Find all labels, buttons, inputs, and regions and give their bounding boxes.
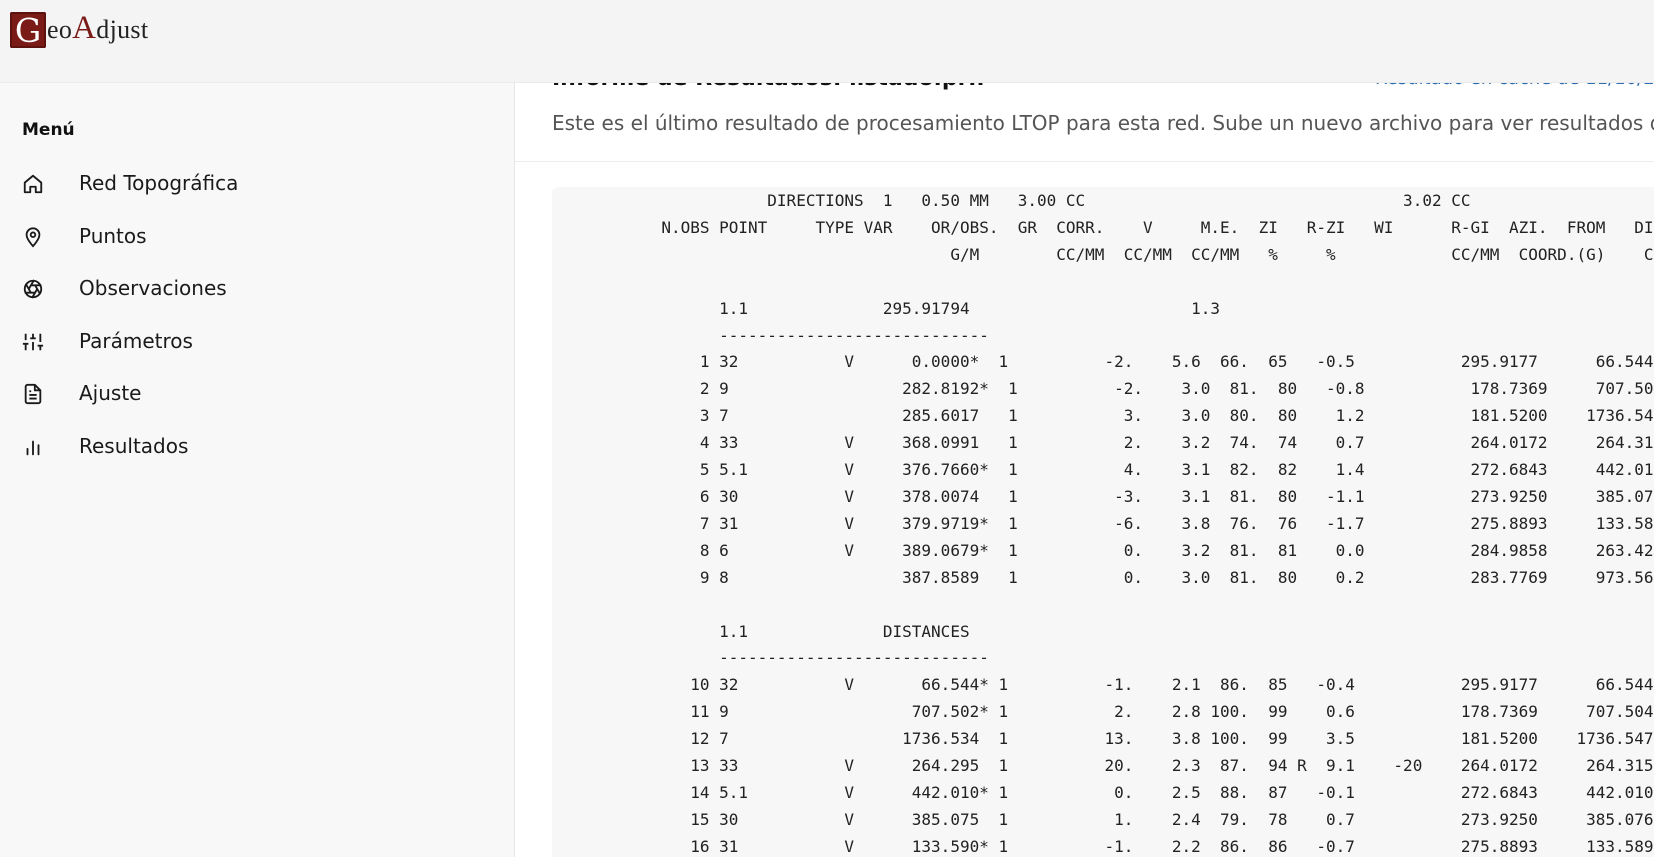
main-content[interactable]: Informe de Resultados: listado.prn Resul… [514,0,1654,857]
geoadjust-logo[interactable]: G eoAdjust [10,8,148,50]
page-description: Este es el último resultado de procesami… [552,111,1654,135]
listing-line: G/M CC/MM CC/MM CC/MM % % CC/MM COORD.(G… [565,244,1654,264]
listing-line: 12 7 1736.534 1 13. 3.8 100. 99 3.5 181.… [565,729,1654,749]
logo-text-a: A [72,10,97,46]
listing-line: 5 5.1 V 376.7660* 1 4. 3.1 82. 82 1.4 27… [565,460,1654,480]
listing-line: DIRECTIONS 1 0.50 MM 3.00 CC 3.02 CC [565,191,1471,210]
listing-line: 10 32 V 66.544* 1 -1. 2.1 86. 85 -0.4 29… [565,675,1654,695]
listing-line: 1 32 V 0.0000* 1 -2. 5.6 66. 65 -0.5 295… [565,352,1654,372]
bar-chart-icon [22,436,44,458]
logo-wordmark: eoAdjust [47,10,148,48]
listing-line: N.OBS POINT TYPE VAR OR/OBS. GR CORR. V … [565,217,1654,237]
sidebar-item-label: Ajuste [79,381,142,405]
sidebar: Menú Red Topográfica Puntos Observacione… [0,82,454,857]
sidebar-item-ajuste[interactable]: Ajuste [0,371,454,417]
listing-line: 14 5.1 V 442.010* 1 0. 2.5 88. 87 -0.1 2… [565,782,1654,802]
map-pin-icon [22,226,44,248]
sidebar-item-puntos[interactable]: Puntos [0,214,454,260]
home-icon [22,173,44,195]
listing-line: 6 30 V 378.0074 1 -3. 3.1 81. 80 -1.1 27… [565,486,1654,506]
listing-line: 3 7 285.6017 1 3. 3.0 80. 80 1.2 181.520… [565,406,1654,426]
listing-line: 11 9 707.502* 1 2. 2.8 100. 99 0.6 178.7… [565,702,1654,722]
listing-line: 15 30 V 385.075 1 1. 2.4 79. 78 0.7 273.… [565,809,1654,829]
listing-line: 13 33 V 264.295 1 20. 2.3 87. 94 R 9.1 -… [565,756,1654,776]
listing-line: 8 6 V 389.0679* 1 0. 3.2 81. 81 0.0 284.… [565,540,1654,560]
top-bar: G eoAdjust [0,0,1654,83]
listing-line: ---------------------------- [565,648,989,668]
logo-g-mark: G [10,12,46,50]
listing-line: 7 31 V 379.9719* 1 -6. 3.8 76. 76 -1.7 2… [565,513,1654,533]
listing-line: ---------------------------- [565,325,989,345]
divider [515,161,1654,162]
listing-line: 4 33 V 368.0991 1 2. 3.2 74. 74 0.7 264.… [565,433,1654,453]
listing-line: 1.1 DISTANCES [565,621,970,641]
sidebar-item-label: Red Topográfica [79,171,239,195]
aperture-icon [22,278,44,300]
sidebar-item-label: Observaciones [79,276,227,300]
logo-text-eo: eo [47,15,73,44]
listing-text: DIRECTIONS 1 0.50 MM 3.00 CC 3.02 CC N.O… [552,188,1654,857]
listing-line: 2 9 282.8192* 1 -2. 3.0 81. 80 -0.8 178.… [565,379,1654,399]
sidebar-item-resultados[interactable]: Resultados [0,424,454,470]
sidebar-item-label: Parámetros [79,329,193,353]
sidebar-item-red-topografica[interactable]: Red Topográfica [0,161,454,207]
listing-line: 9 8 387.8589 1 0. 3.0 81. 80 0.2 283.776… [565,567,1654,587]
menu-title: Menú [22,120,75,140]
results-listing[interactable]: DIRECTIONS 1 0.50 MM 3.00 CC 3.02 CC N.O… [552,187,1654,857]
sidebar-item-label: Puntos [79,224,147,248]
listing-line: 16 31 V 133.590* 1 -1. 2.2 86. 86 -0.7 2… [565,836,1654,856]
listing-line: 1.1 295.91794 1.3 [565,298,1221,318]
sidebar-item-label: Resultados [79,434,189,458]
file-text-icon [22,383,44,405]
sidebar-item-parametros[interactable]: Parámetros [0,319,454,365]
sliders-icon [22,331,44,353]
logo-text-djust: djust [96,15,149,44]
sidebar-item-observaciones[interactable]: Observaciones [0,266,454,312]
